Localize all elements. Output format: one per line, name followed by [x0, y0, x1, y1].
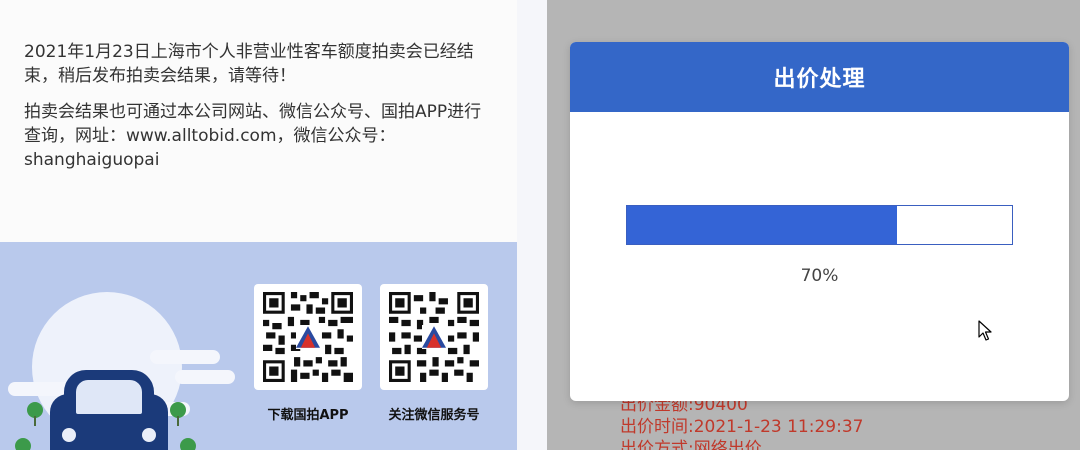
tree-icon	[180, 438, 196, 450]
progress-label: 70%	[800, 266, 839, 286]
qr-caption-wechat: 关注微信服务号	[388, 408, 480, 423]
cloud-decoration	[175, 370, 235, 384]
bid-processing-modal: 出价处理 70%	[570, 42, 1069, 401]
brand-logo-icon	[422, 325, 446, 349]
car-icon	[50, 370, 168, 450]
auction-notice-panel: 2021年1月23日上海市个人非营业性客车额度拍卖会已经结束，稍后发布拍卖会结果…	[0, 0, 517, 450]
tree-icon	[15, 438, 31, 450]
modal-header: 出价处理	[570, 42, 1069, 112]
tree-icon	[27, 402, 43, 426]
qr-code-icon	[263, 292, 353, 382]
progress-bar	[626, 205, 1013, 245]
notice-line-1: 2021年1月23日上海市个人非营业性客车额度拍卖会已经结束，稍后发布拍卖会结果…	[24, 42, 474, 86]
progress-fill	[627, 206, 897, 244]
cloud-decoration	[150, 350, 220, 364]
modal-title: 出价处理	[773, 67, 866, 92]
illustration-banner: 下载国拍APP 关注微信服务号	[0, 242, 517, 450]
bid-panel: 出价金额:90400 出价时间:2021-1-23 11:29:37 出价方式:…	[547, 0, 1080, 450]
tree-icon	[170, 402, 186, 426]
bid-info: 出价金额:90400 出价时间:2021-1-23 11:29:37 出价方式:…	[620, 394, 863, 450]
notice-line-2: 拍卖会结果也可通过本公司网站、微信公众号、国拍APP进行查询，网址：www.al…	[24, 102, 482, 170]
qr-card-wechat[interactable]	[380, 284, 488, 390]
brand-logo-icon	[296, 325, 320, 349]
qr-caption-app: 下载国拍APP	[267, 408, 349, 423]
panel-divider	[517, 0, 547, 450]
qr-card-app[interactable]	[254, 284, 362, 390]
qr-code-icon	[389, 292, 479, 382]
notice-text: 2021年1月23日上海市个人非营业性客车额度拍卖会已经结束，稍后发布拍卖会结果…	[24, 40, 484, 184]
bid-time: 出价时间:2021-1-23 11:29:37	[620, 417, 864, 437]
bid-method: 出价方式:网络出价	[620, 439, 762, 450]
mouse-pointer-icon	[978, 320, 992, 341]
